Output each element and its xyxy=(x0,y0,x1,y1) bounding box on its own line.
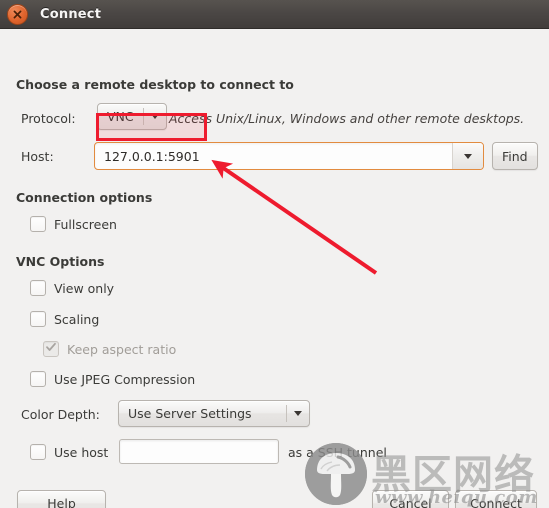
color-depth-label: Color Depth: xyxy=(21,407,100,422)
chevron-down-icon xyxy=(287,401,309,426)
ssh-host-input[interactable] xyxy=(119,439,279,464)
host-input[interactable]: 127.0.0.1:5901 xyxy=(94,142,484,170)
title-bar: Connect xyxy=(0,0,549,29)
vnc-options-heading: VNC Options xyxy=(16,254,105,269)
cancel-button[interactable]: Cancel xyxy=(372,490,449,508)
host-label: Host: xyxy=(21,149,54,164)
protocol-select-value: VNC xyxy=(107,109,134,124)
dialog-content: Choose a remote desktop to connect to Pr… xyxy=(0,29,549,508)
ssh-tunnel-suffix-label: as a SSH tunnel xyxy=(288,445,387,460)
checkbox-box[interactable] xyxy=(30,280,46,296)
checkbox-box[interactable] xyxy=(30,444,46,460)
checkbox-fullscreen[interactable]: Fullscreen xyxy=(30,216,117,232)
connect-dialog-window: Connect Choose a remote desktop to conne… xyxy=(0,0,549,508)
chevron-down-icon xyxy=(144,104,166,129)
checkbox-label: View only xyxy=(54,280,115,296)
checkbox-box[interactable] xyxy=(30,371,46,387)
checkbox-label: Scaling xyxy=(54,311,100,327)
help-button[interactable]: Help xyxy=(17,490,106,508)
checkbox-scaling[interactable]: Scaling xyxy=(30,311,99,327)
checkbox-label: Fullscreen xyxy=(54,216,117,232)
find-button[interactable]: Find xyxy=(492,142,538,170)
checkbox-label: Use JPEG Compression xyxy=(54,371,196,387)
checkbox-view-only[interactable]: View only xyxy=(30,280,114,296)
protocol-label: Protocol: xyxy=(21,111,76,126)
checkbox-use-jpeg-compression[interactable]: Use JPEG Compression xyxy=(30,371,195,387)
connect-button[interactable]: Connect xyxy=(455,490,537,508)
checkbox-label: Keep aspect ratio xyxy=(67,341,177,357)
color-depth-select[interactable]: Use Server Settings xyxy=(118,400,310,427)
checkbox-label: Use host xyxy=(54,444,109,460)
color-depth-select-value: Use Server Settings xyxy=(128,406,252,421)
protocol-hint: Access Unix/Linux, Windows and other rem… xyxy=(169,111,525,126)
page-title: Choose a remote desktop to connect to xyxy=(16,77,294,92)
checkbox-keep-aspect-ratio: Keep aspect ratio xyxy=(43,341,176,357)
checkbox-box-checked-disabled xyxy=(43,341,59,357)
checkbox-use-host-ssh[interactable]: Use host xyxy=(30,444,108,460)
checkbox-box[interactable] xyxy=(30,216,46,232)
host-dropdown-button[interactable] xyxy=(452,143,483,169)
checkbox-box[interactable] xyxy=(30,311,46,327)
protocol-select[interactable]: VNC xyxy=(97,103,167,130)
host-input-value[interactable]: 127.0.0.1:5901 xyxy=(95,143,452,169)
window-title: Connect xyxy=(40,6,102,22)
close-icon[interactable] xyxy=(7,3,28,25)
connection-options-heading: Connection options xyxy=(16,190,153,205)
